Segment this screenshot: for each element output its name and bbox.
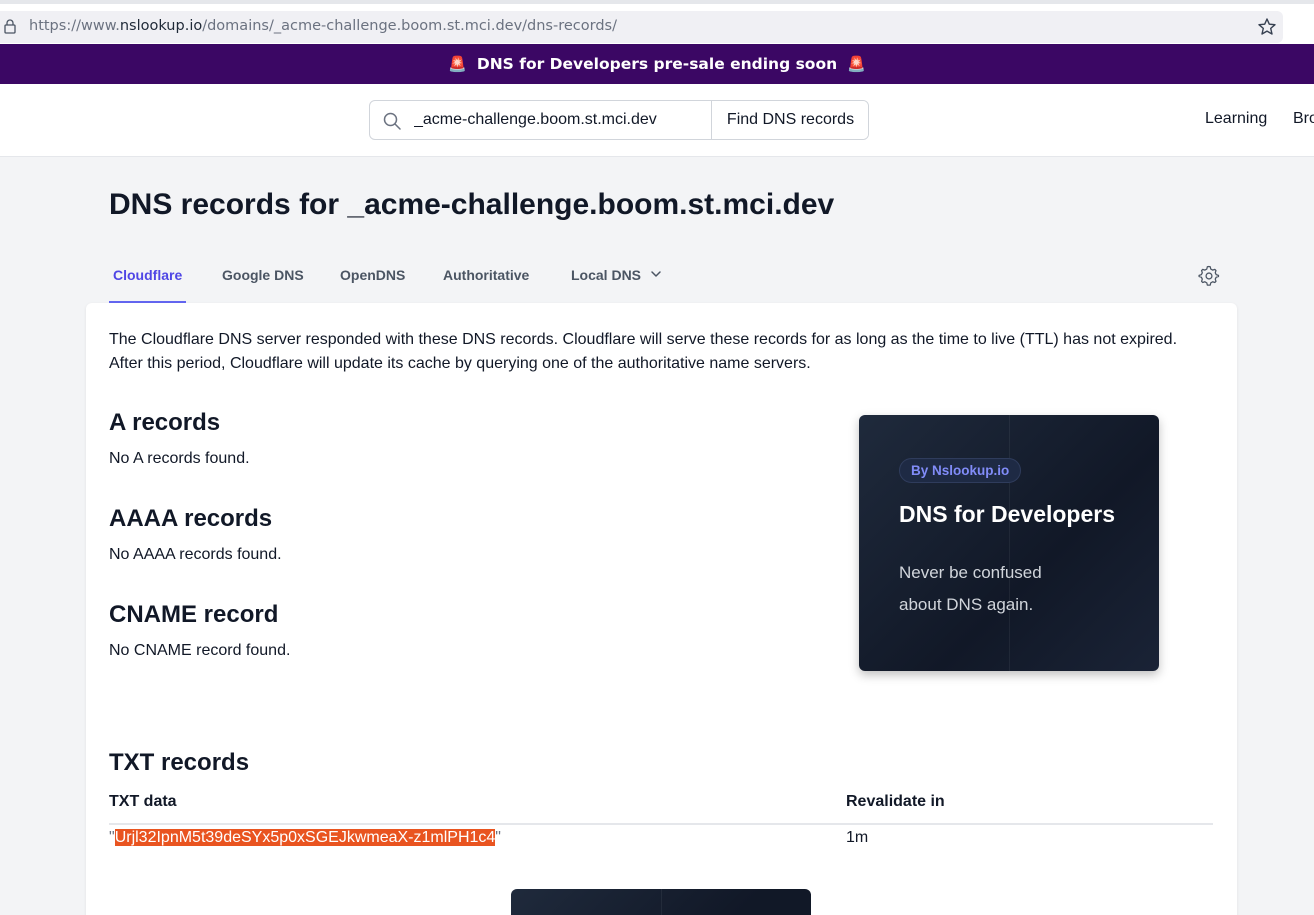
cname-record-heading: CNAME record <box>109 601 279 628</box>
nav-browse-link[interactable]: Bro <box>1293 110 1314 128</box>
chevron-down-icon[interactable] <box>650 268 662 280</box>
resolver-description: The Cloudflare DNS server responded with… <box>109 331 1178 372</box>
ad-badge: By Nslookup.io <box>899 458 1022 483</box>
txt-data-header: TXT data <box>109 793 177 810</box>
lock-icon <box>4 19 16 34</box>
browser-address-bar: https://www.nslookup.io/domains/_acme-ch… <box>0 0 1314 44</box>
url-field[interactable]: https://www.nslookup.io/domains/_acme-ch… <box>0 11 1283 43</box>
a-records-empty: No A records found. <box>109 450 250 467</box>
a-records-heading: A records <box>109 409 221 436</box>
ad-text: Never be confused about DNS again. <box>899 563 1042 614</box>
txt-data-cell[interactable]: "Urjl32IpnM5t39deSYx5p0xSGEJkwmeaX-z1mlP… <box>109 829 501 847</box>
cname-record-empty: No CNAME record found. <box>109 642 291 659</box>
txt-value-selection[interactable]: Urjl32IpnM5t39deSYx5p0xSGEJkwmeaX-z1mlPH… <box>114 829 496 846</box>
url-text: https://www.nslookup.io/domains/_acme-ch… <box>29 18 617 34</box>
siren-icon: 🚨 <box>448 55 467 73</box>
siren-icon: 🚨 <box>847 55 866 73</box>
search-form: Find DNS records <box>369 100 869 140</box>
tab-google-dns[interactable]: Google DNS <box>222 262 304 303</box>
txt-records-heading: TXT records <box>109 749 250 776</box>
revalidate-cell: 1m <box>846 829 869 846</box>
ad-title: DNS for Developers <box>899 501 1116 527</box>
bookmark-star-icon[interactable] <box>1257 17 1277 37</box>
tab-authoritative[interactable]: Authoritative <box>443 262 529 303</box>
find-dns-records-button[interactable]: Find DNS records <box>711 101 868 139</box>
site-header: Find DNS records Learning Bro <box>0 84 1314 157</box>
promo-banner[interactable]: 🚨 DNS for Developers pre-sale ending soon… <box>0 44 1314 84</box>
aaaa-records-heading: AAAA records <box>109 505 273 532</box>
records-card: The Cloudflare DNS server responded with… <box>86 303 1237 915</box>
aaaa-records-empty: No AAAA records found. <box>109 546 282 563</box>
tab-cloudflare[interactable]: Cloudflare <box>108 262 187 303</box>
tab-local-dns[interactable]: Local DNS <box>571 262 641 303</box>
revalidate-header: Revalidate in <box>846 793 945 810</box>
search-icon <box>383 112 401 130</box>
table-header-divider <box>109 823 1213 825</box>
nav-learning-link[interactable]: Learning <box>1205 110 1267 128</box>
page-title: DNS records for _acme-challenge.boom.st.… <box>109 188 835 221</box>
secondary-ad-card[interactable] <box>511 889 811 915</box>
page-title-domain: _acme-challenge.boom.st.mci.dev <box>347 188 835 221</box>
tab-opendns[interactable]: OpenDNS <box>340 262 405 303</box>
domain-search-input[interactable] <box>404 101 710 139</box>
gear-icon[interactable] <box>1198 265 1220 287</box>
banner-text: DNS for Developers pre-sale ending soon <box>476 55 838 73</box>
dns-for-developers-ad[interactable]: By Nslookup.io DNS for Developers Never … <box>859 415 1159 671</box>
